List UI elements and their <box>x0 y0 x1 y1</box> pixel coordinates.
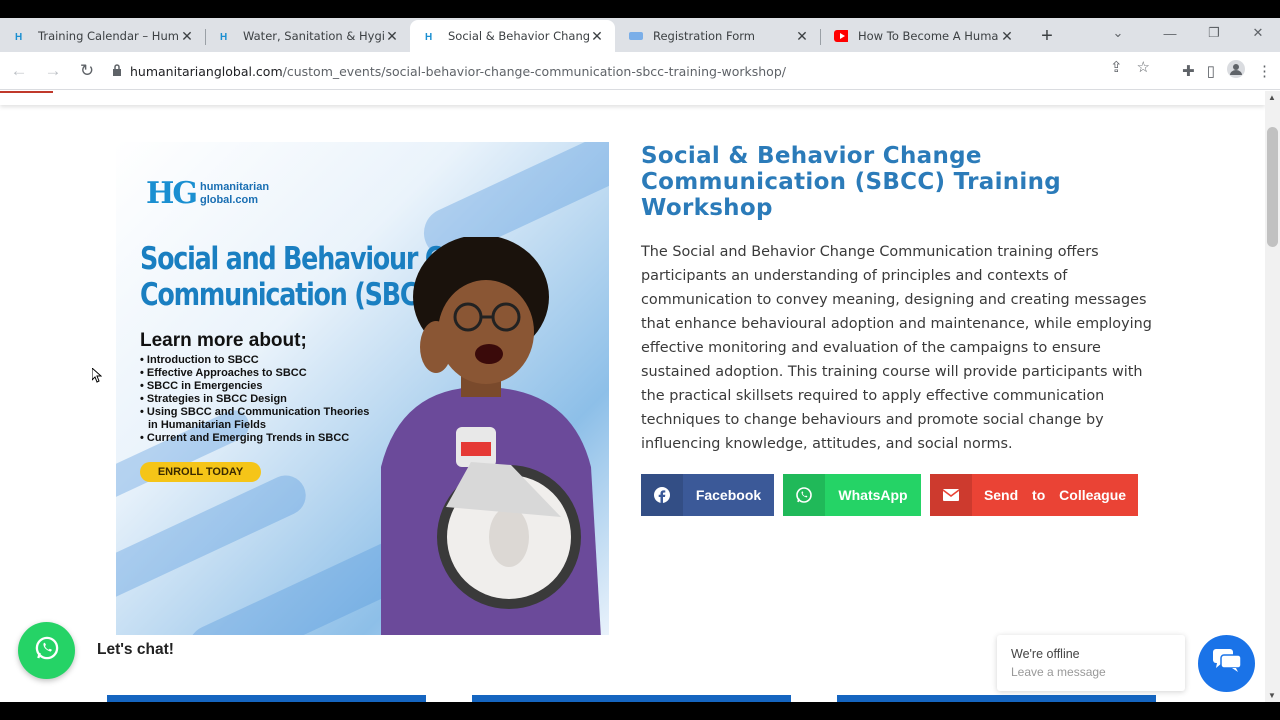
card-top-edge <box>107 695 426 702</box>
list-item: Current and Emerging Trends in SBCC <box>140 432 369 445</box>
close-window-icon[interactable]: ✕ <box>1236 25 1280 41</box>
tab-title: Social & Behavior Change C <box>448 29 589 43</box>
tab-title: Water, Sanitation & Hygiene <box>243 29 384 43</box>
list-item: Introduction to SBCC <box>140 354 369 367</box>
chat-bubble-icon <box>1212 649 1242 678</box>
list-item: SBCC in Emergencies <box>140 380 369 393</box>
close-tab-icon[interactable]: ✕ <box>179 28 195 45</box>
list-item: Using SBCC and Communication Theories <box>140 406 369 419</box>
svg-text:H: H <box>425 32 432 42</box>
url-path: /custom_events/social-behavior-change-co… <box>282 63 786 79</box>
tab-youtube[interactable]: How To Become A Humanita ✕ <box>820 20 1025 52</box>
scrollbar-thumb[interactable] <box>1267 127 1278 247</box>
list-item: in Humanitarian Fields <box>148 419 266 431</box>
window-controls: ⌄ — ❐ ✕ <box>1108 18 1280 48</box>
svg-text:H: H <box>15 32 22 42</box>
card-top-edge <box>472 695 791 702</box>
reload-icon[interactable]: ↻ <box>72 56 102 86</box>
hg-favicon-icon: H <box>219 29 233 43</box>
enroll-today-badge: ENROLL TODAY <box>140 462 261 482</box>
site-header <box>0 91 1265 105</box>
new-tab-button[interactable]: + <box>1033 20 1061 52</box>
toolbar-right: ✚ ▯ ⋮ <box>1182 56 1272 86</box>
logo-line1: humanitarian <box>199 181 270 194</box>
youtube-favicon-icon <box>834 29 848 43</box>
offline-title: We're offline <box>1011 647 1080 661</box>
tab-title: How To Become A Humanita <box>858 29 999 43</box>
banner-heading: Social and Behaviour Change Communicatio… <box>140 241 526 313</box>
form-favicon-icon <box>629 29 643 43</box>
forward-arrow-icon[interactable]: → <box>38 56 68 86</box>
tab-sbcc[interactable]: H Social & Behavior Change C ✕ <box>410 20 615 52</box>
tab-title: Registration Form <box>653 29 755 43</box>
address-bar[interactable]: humanitarianglobal.com/custom_events/soc… <box>100 56 1150 86</box>
close-tab-icon[interactable]: ✕ <box>589 28 605 45</box>
sbcc-promo-banner: HG humanitarian global.com Social and Beh… <box>116 142 609 635</box>
minimize-icon[interactable]: — <box>1148 26 1192 41</box>
logo-line2: global.com <box>199 193 259 206</box>
url-host: humanitarianglobal.com <box>130 63 283 79</box>
learn-more-heading: Learn more about; <box>140 330 307 351</box>
profile-avatar-icon[interactable] <box>1227 60 1245 82</box>
bottom-black-bar <box>0 702 1280 720</box>
person-megaphone-illustration <box>381 237 601 635</box>
omnibox-actions: ⇪ ☆ <box>1110 52 1150 82</box>
share-facebook-button[interactable]: Facebook <box>641 474 774 516</box>
page-title: Social & Behavior Change Communication (… <box>641 143 1062 221</box>
page-scrollbar[interactable]: ▲ ▼ <box>1265 91 1280 702</box>
close-tab-icon[interactable]: ✕ <box>384 28 400 45</box>
page-viewport: HG humanitarian global.com Social and Beh… <box>0 91 1265 702</box>
browser-toolbar: ← → ↻ humanitarianglobal.com/custom_even… <box>0 52 1280 90</box>
live-chat-button[interactable] <box>1198 635 1255 692</box>
extensions-puzzle-icon[interactable]: ✚ <box>1182 62 1195 80</box>
tab-training-calendar[interactable]: H Training Calendar – Humanit ✕ <box>0 20 205 52</box>
event-description: The Social and Behavior Change Communica… <box>641 244 1152 452</box>
envelope-icon <box>930 474 972 516</box>
close-tab-icon[interactable]: ✕ <box>794 28 810 45</box>
tab-strip: H Training Calendar – Humanit ✕ H Water,… <box>0 18 1280 52</box>
topic-list: Introduction to SBCC Effective Approache… <box>140 354 369 445</box>
scroll-up-arrow-icon[interactable]: ▲ <box>1268 93 1276 102</box>
share-label: Facebook <box>695 487 762 503</box>
share-whatsapp-button[interactable]: WhatsApp <box>783 474 921 516</box>
restore-icon[interactable]: ❐ <box>1192 25 1236 41</box>
mouse-cursor-icon <box>92 368 102 383</box>
tab-title: Training Calendar – Humanit <box>38 29 179 43</box>
lock-icon[interactable] <box>112 63 122 79</box>
hg-logo-mark: HG <box>146 176 198 211</box>
list-item: Effective Approaches to SBCC <box>140 367 369 380</box>
share-icon[interactable]: ⇪ <box>1110 58 1123 76</box>
menu-kebab-icon[interactable]: ⋮ <box>1257 62 1272 80</box>
scroll-down-arrow-icon[interactable]: ▼ <box>1268 691 1276 700</box>
whatsapp-icon <box>34 635 60 666</box>
share-label: WhatsApp <box>838 487 908 503</box>
back-arrow-icon[interactable]: ← <box>4 56 34 86</box>
tab-registration-form[interactable]: Registration Form ✕ <box>615 20 820 52</box>
card-top-edge <box>837 695 1156 702</box>
side-panel-icon[interactable]: ▯ <box>1207 62 1215 80</box>
svg-text:H: H <box>220 32 227 42</box>
hg-favicon-icon: H <box>14 29 28 43</box>
tab-search-chevron-icon[interactable]: ⌄ <box>1108 25 1128 41</box>
list-item: Strategies in SBCC Design <box>140 393 369 406</box>
close-tab-icon[interactable]: ✕ <box>999 28 1015 45</box>
facebook-icon <box>641 474 683 516</box>
offline-subtitle: Leave a message <box>1011 665 1106 679</box>
bookmark-star-icon[interactable]: ☆ <box>1137 58 1150 76</box>
tab-wash[interactable]: H Water, Sanitation & Hygiene ✕ <box>205 20 410 52</box>
active-nav-underline <box>0 91 53 93</box>
send-to-colleague-button[interactable]: Send to Colleague <box>930 474 1138 516</box>
offline-message-card[interactable]: We're offline Leave a message <box>997 635 1185 691</box>
lets-chat-label[interactable]: Let's chat! <box>97 641 174 659</box>
top-black-bar <box>0 0 1280 18</box>
share-label: Send to Colleague <box>983 487 1127 503</box>
hg-logo: HG humanitarian global.com <box>146 176 269 211</box>
hg-favicon-icon: H <box>424 29 438 43</box>
whatsapp-icon <box>783 474 825 516</box>
whatsapp-chat-button[interactable] <box>18 622 75 679</box>
